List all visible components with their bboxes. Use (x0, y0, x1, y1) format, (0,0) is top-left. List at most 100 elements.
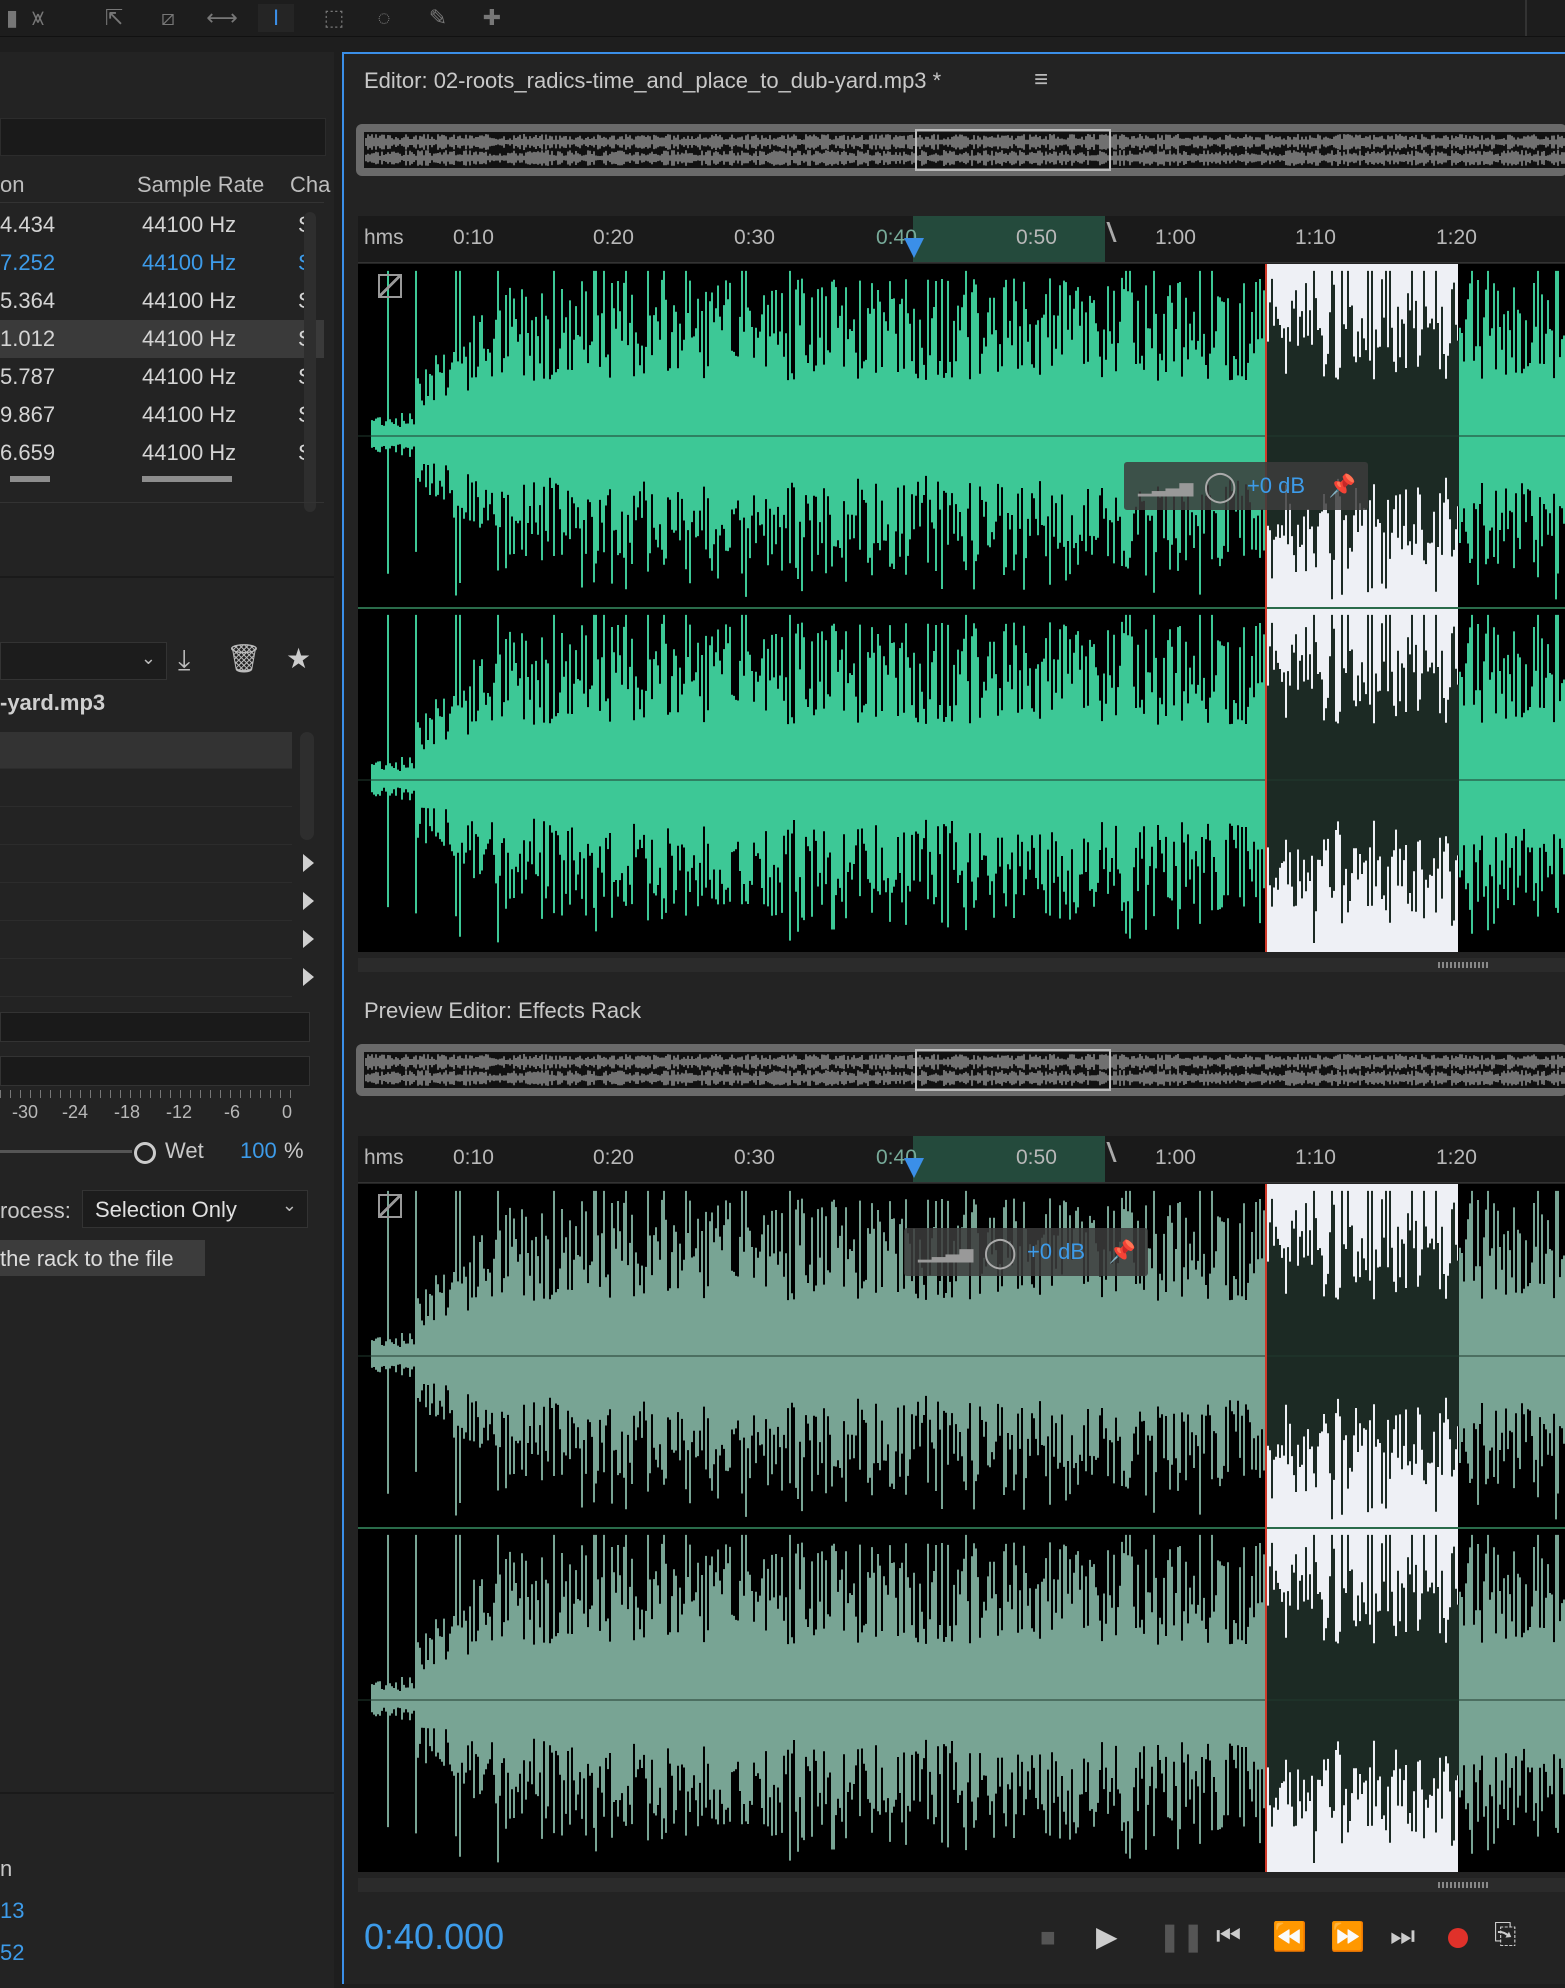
ruler-selection (913, 216, 1105, 262)
files-search-input[interactable] (0, 118, 326, 156)
meter-right (0, 1056, 310, 1086)
files-panel-bottom (0, 502, 324, 503)
hud-gain-value: +0 dB (1246, 473, 1306, 498)
info-label: n (0, 1856, 13, 1881)
time-selection-tool-icon[interactable]: I (258, 4, 294, 32)
effect-slot[interactable] (0, 732, 314, 769)
editor-title: Editor: 02-roots_radics-time_and_place_t… (364, 68, 942, 93)
volume-bars-icon: ▁▂▃▅ (918, 1241, 974, 1262)
horizontal-scrollbar[interactable] (358, 958, 1565, 972)
ruler-tick: 1:10 (1295, 1146, 1336, 1169)
channel-toggle-icon[interactable] (378, 1194, 402, 1218)
effect-slot[interactable] (0, 960, 314, 997)
playhead-marker[interactable] (904, 1158, 924, 1178)
ruler-tick: 0:10 (453, 1146, 494, 1169)
column-duration[interactable]: on (0, 172, 24, 198)
info-value[interactable]: 52 (0, 1940, 24, 1966)
hud-gain-control[interactable]: ▁▂▃▅ ◯ +0 dB 📌 (1124, 462, 1368, 510)
overview-waveform (364, 129, 1565, 171)
pause-icon[interactable]: ❚❚ (1158, 1920, 1205, 1953)
rack-scrollbar[interactable] (300, 732, 314, 840)
playhead-marker[interactable] (904, 238, 924, 258)
panel-menu-icon[interactable]: ≡ (1034, 66, 1048, 94)
time-display[interactable]: 0:40.000 (364, 1916, 504, 1958)
effect-slot[interactable] (0, 884, 314, 921)
play-icon[interactable]: ▶ (1096, 1920, 1118, 1953)
process-dropdown[interactable]: Selection Only ⌄ (82, 1190, 308, 1228)
info-value[interactable]: 13 (0, 1898, 24, 1924)
razor-tool-icon[interactable]: ⧄ (150, 4, 186, 32)
column-channels[interactable]: Cha (290, 172, 330, 198)
file-row[interactable]: 9.867 44100 Hz S (0, 396, 324, 434)
preview-hud-gain-control[interactable]: ▁▂▃▅ ◯ +0 dB 📌 (904, 1228, 1148, 1276)
editor-overview[interactable] (356, 124, 1565, 176)
waveform-svg (358, 264, 1565, 952)
move-tool-icon[interactable]: ⇱ (96, 4, 132, 32)
star-icon[interactable]: ★ (286, 642, 311, 675)
file-row[interactable]: 4.434 44100 Hz S (0, 206, 324, 244)
preset-dropdown[interactable]: ⌄ (0, 642, 167, 680)
header-divider (0, 202, 324, 203)
pin-icon[interactable]: 📌 (1109, 1239, 1136, 1265)
record-icon[interactable] (1448, 1928, 1468, 1948)
left-panel: on Sample Rate Cha 4.434 44100 Hz S 7.25… (0, 52, 334, 1988)
channel-toggle-icon[interactable] (378, 274, 402, 298)
pin-icon[interactable]: 📌 (1329, 473, 1356, 499)
waveform-display[interactable]: ▁▂▃▅ ◯ +0 dB 📌 (358, 264, 1565, 952)
scroll-grip[interactable] (1438, 962, 1488, 968)
effect-slot[interactable] (0, 846, 314, 883)
fast-forward-icon[interactable]: ⏩ (1330, 1920, 1365, 1953)
panel-divider (0, 576, 334, 578)
preview-time-ruler[interactable]: hms 0:10 0:20 0:30 0:40 0:50 1:00 1:10 1… (358, 1136, 1565, 1183)
meter-tick: -24 (62, 1102, 89, 1122)
knob-icon[interactable]: ◯ (1203, 469, 1237, 504)
brush-tool-icon[interactable]: ✎ (420, 4, 456, 32)
process-label: rocess: (0, 1198, 71, 1223)
file-row[interactable]: 5.364 44100 Hz S (0, 282, 324, 320)
skip-to-end-icon[interactable]: ⏭ (1390, 1920, 1415, 1953)
editor-panel: Editor: 02-roots_radics-time_and_place_t… (342, 52, 1565, 1984)
file-row[interactable]: 6.659 44100 Hz S (0, 434, 324, 472)
ruler-tick: 0:30 (734, 1146, 775, 1169)
skip-to-start-icon[interactable]: ⏮ (1216, 1920, 1241, 1953)
column-sample-rate[interactable]: Sample Rate (137, 172, 264, 198)
file-row[interactable]: 5.787 44100 Hz S (0, 358, 324, 396)
wet-value[interactable]: 100 (240, 1138, 277, 1164)
preview-waveform-display[interactable]: ▁▂▃▅ ◯ +0 dB 📌 (358, 1184, 1565, 1872)
scroll-grip[interactable] (1438, 1882, 1488, 1888)
effect-slot[interactable] (0, 770, 314, 807)
preview-overview-waveform (364, 1049, 1565, 1091)
play-arrow-icon[interactable] (303, 892, 314, 910)
preview-hud-gain-value: +0 dB (1026, 1239, 1086, 1264)
slip-tool-icon[interactable]: ⟷ (204, 4, 240, 32)
save-preset-icon[interactable]: ⤓ (178, 644, 190, 677)
play-arrow-icon[interactable] (303, 968, 314, 986)
knob-icon[interactable]: ◯ (983, 1235, 1017, 1270)
spot-healing-tool-icon[interactable]: ✚ (474, 4, 510, 32)
rack-file-label: -yard.mp3 (0, 690, 106, 715)
preview-overview[interactable] (356, 1044, 1565, 1096)
files-scrollbar[interactable] (304, 212, 316, 512)
file-row[interactable]: 1.012 44100 Hz S (0, 320, 324, 358)
trash-icon[interactable]: 🗑 (226, 642, 262, 675)
ruler-tick: 1:10 (1295, 226, 1336, 249)
effect-slot[interactable] (0, 808, 314, 845)
play-arrow-icon[interactable] (303, 854, 314, 872)
loop-playback-icon[interactable]: ⎘ (1494, 1918, 1516, 1951)
spectral-view-icon[interactable]: ⩙ (20, 4, 56, 32)
marquee-tool-icon[interactable]: ⬚ (316, 4, 352, 32)
lasso-tool-icon[interactable]: ◌ (366, 4, 402, 32)
ruler-tick: 1:20 (1436, 226, 1477, 249)
effect-slot[interactable] (0, 922, 314, 959)
dry-wet-slider-handle[interactable] (134, 1142, 156, 1164)
file-row[interactable]: 7.252 44100 Hz S (0, 244, 324, 282)
process-dropdown-value: Selection Only (95, 1197, 237, 1222)
dry-wet-slider-track[interactable] (0, 1150, 132, 1153)
preview-horizontal-scrollbar[interactable] (358, 1878, 1565, 1892)
ruler-tick: 0:20 (593, 1146, 634, 1169)
play-arrow-icon[interactable] (303, 930, 314, 948)
stop-icon[interactable]: ■ (1040, 1922, 1056, 1953)
time-ruler[interactable]: hms 0:10 0:20 0:30 0:40 0:50 1:00 1:10 1… (358, 216, 1565, 263)
rewind-icon[interactable]: ⏪ (1272, 1920, 1307, 1953)
preview-waveform-svg (358, 1184, 1565, 1872)
